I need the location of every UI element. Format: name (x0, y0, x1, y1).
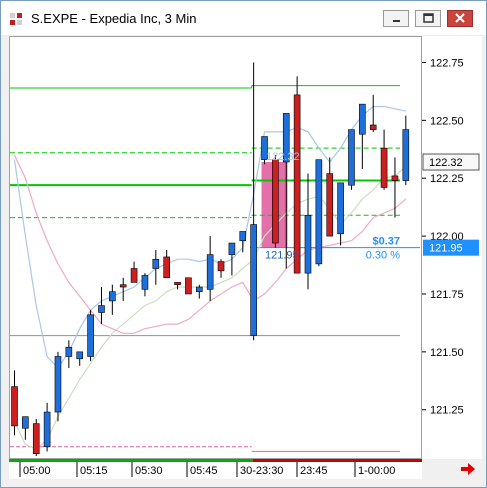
chart-plot-area[interactable]: 122.32 121.95 $0.37 0.30 % (9, 36, 422, 459)
price-axis[interactable]: 122.75 122.50 122.25 122.00 121.75 121.50 121.… (422, 36, 482, 459)
candle-down (369, 124, 377, 130)
app-icon (9, 12, 23, 26)
candle-down (130, 268, 138, 283)
time-tick-label: 05:15 (80, 465, 108, 477)
price-axis-labels: 122.75122.50122.25122.00121.75121.50121.… (422, 57, 480, 417)
last-price-label: 121.95 (429, 243, 463, 255)
time-axis-labels: 05:00 05:15 05:30 05:45 30-23:30 23:45 1-00:00 (9, 459, 433, 477)
price-tick-label: 121.75 (430, 289, 464, 301)
candle-up (43, 411, 51, 448)
scroll-right-arrow-icon[interactable] (460, 461, 476, 477)
candle-up (76, 351, 84, 360)
minimize-icon (393, 20, 400, 22)
candle-up (239, 231, 247, 242)
candle-up (109, 291, 116, 302)
time-tick-label: 05:30 (135, 465, 163, 477)
candle-up (98, 305, 105, 313)
candle-down (174, 282, 181, 286)
candle-down (163, 256, 170, 279)
maximize-button[interactable] (415, 10, 441, 27)
candle-down (380, 147, 388, 188)
change-percent-label: 0.30 % (366, 250, 400, 262)
candle-down (32, 423, 40, 455)
time-tick-label: 1-00:00 (358, 465, 395, 477)
candle-up (402, 129, 410, 181)
candle-up (315, 159, 323, 265)
candle-up (87, 314, 94, 357)
price-tick-label: 121.50 (430, 347, 464, 359)
candle-up (250, 224, 257, 336)
candle-down (217, 261, 225, 272)
title-bar[interactable]: S.EXPE - Expedia Inc, 3 Min (1, 1, 486, 35)
candle-down (119, 284, 127, 288)
session-bar-prior (9, 459, 253, 462)
close-icon (455, 13, 465, 23)
minimize-button[interactable] (383, 10, 409, 27)
candle-up (337, 182, 344, 235)
change-amount-label: $0.37 (372, 236, 400, 248)
chart-window: S.EXPE - Expedia Inc, 3 Min 122.32 121.95… (0, 0, 487, 488)
candle-up (54, 356, 62, 413)
candle-up (22, 416, 29, 429)
candle-up (65, 346, 73, 357)
box-top-label: 122.32 (266, 151, 300, 163)
candle-down (293, 94, 301, 274)
session-bar-current (252, 459, 433, 462)
time-axis[interactable]: 05:00 05:15 05:30 05:45 30-23:30 23:45 1-00:00 (9, 459, 433, 479)
candle-down (272, 159, 279, 244)
time-tick-label: 23:45 (300, 465, 328, 477)
candle-up (359, 103, 366, 135)
window-title: S.EXPE - Expedia Inc, 3 Min (31, 11, 197, 26)
price-chart[interactable]: 122.32 121.95 $0.37 0.30 % (10, 37, 421, 458)
candle-up (206, 254, 214, 290)
box-bottom-label: 121.95 (265, 250, 299, 262)
candle-up (228, 242, 236, 255)
candle-down (326, 173, 334, 237)
middle-band-line (13, 166, 407, 450)
prev-close-price-label: 122.32 (429, 157, 463, 169)
time-tick-label: 05:00 (23, 465, 51, 477)
price-tick-label: 122.75 (430, 57, 464, 69)
candle-up (195, 286, 203, 292)
candle-down (185, 277, 192, 295)
time-tick-label: 30-23:30 (240, 465, 283, 477)
candle-up (348, 129, 355, 186)
candle-up (141, 275, 149, 290)
price-tick-label: 122.50 (430, 115, 464, 127)
price-tick-label: 121.25 (430, 405, 464, 417)
close-button[interactable] (447, 10, 473, 27)
candle-up (304, 214, 312, 274)
candle-down (391, 175, 399, 181)
price-tick-label: 122.25 (430, 173, 464, 185)
time-tick-label: 05:45 (190, 465, 218, 477)
candle-down (11, 386, 18, 427)
maximize-icon (423, 13, 434, 23)
candle-up (152, 258, 160, 269)
